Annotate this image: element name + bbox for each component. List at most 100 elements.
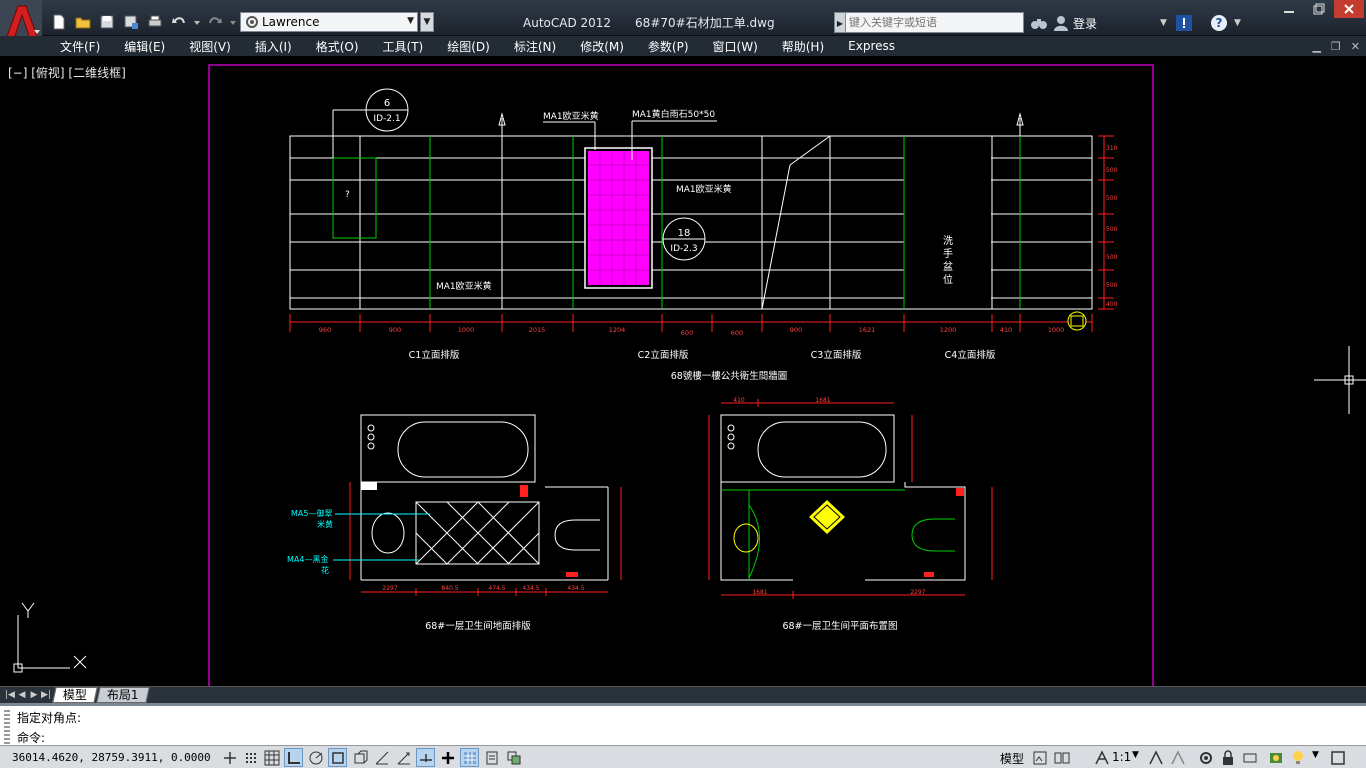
qat-customize-button[interactable]: ▼ (420, 12, 434, 32)
search-input[interactable] (846, 12, 1024, 33)
svg-text:310: 310 (1106, 145, 1118, 152)
svg-text:花: 花 (321, 565, 329, 575)
doc-minimize-icon[interactable]: ▁ (1312, 40, 1320, 53)
quick-view-layouts-icon[interactable] (1030, 748, 1049, 767)
menu-express[interactable]: Express (836, 39, 907, 53)
menu-tools[interactable]: 工具(T) (371, 38, 436, 55)
user-icon[interactable] (1053, 12, 1069, 34)
restore-icon[interactable] (1304, 0, 1334, 18)
material-label: MA1欧亚米黄 (676, 183, 732, 195)
svg-text:900: 900 (790, 326, 802, 334)
annotation-visibility-icon[interactable] (1146, 748, 1165, 767)
model-space-label[interactable]: 模型 (1000, 750, 1024, 767)
plan2-dimensions (708, 399, 993, 599)
svg-text:1681: 1681 (815, 397, 830, 404)
svg-text:米黄: 米黄 (317, 519, 333, 529)
menu-format[interactable]: 格式(O) (304, 38, 371, 55)
chevron-down-icon[interactable]: ▼ (1160, 12, 1167, 34)
redo-dropdown-icon[interactable] (228, 12, 238, 32)
doc-close-icon[interactable]: ✕ (1351, 40, 1360, 53)
close-icon[interactable] (1334, 0, 1364, 18)
svg-text:500: 500 (1106, 226, 1118, 233)
prev-tab-icon[interactable]: ◀ (16, 690, 28, 700)
svg-text:840.5: 840.5 (441, 585, 458, 592)
quick-view-drawings-icon[interactable] (1052, 748, 1071, 767)
snap-mode-icon[interactable] (241, 748, 260, 767)
selection-cycling-icon[interactable] (504, 748, 523, 767)
lightbulb-icon[interactable] (1288, 748, 1307, 767)
saveas-icon[interactable] (120, 12, 142, 32)
chevron-down-icon: ▼ (407, 16, 414, 26)
annotation-scale-value[interactable]: 1:1 (1112, 750, 1131, 764)
tab-layout1[interactable]: 布局1 (96, 687, 150, 703)
menu-draw[interactable]: 绘图(D) (435, 38, 502, 55)
menu-insert[interactable]: 插入(I) (243, 38, 304, 55)
infer-constraints-icon[interactable] (220, 748, 239, 767)
exchange-icon[interactable] (1176, 12, 1192, 34)
new-icon[interactable] (48, 12, 70, 32)
svg-text:434.5: 434.5 (567, 585, 584, 592)
command-prompt: 命令: (17, 731, 46, 745)
annotation-scale-icon[interactable] (1092, 748, 1111, 767)
binoculars-icon[interactable] (1030, 12, 1048, 34)
svg-text:18: 18 (678, 228, 691, 239)
print-icon[interactable] (144, 12, 166, 32)
ucs-icon (13, 602, 87, 673)
menu-file[interactable]: 文件(F) (48, 38, 112, 55)
svg-text:600: 600 (731, 329, 743, 337)
tab-model[interactable]: 模型 (52, 687, 98, 703)
workspace-switch-icon[interactable] (1196, 748, 1215, 767)
ortho-mode-icon[interactable] (284, 748, 303, 767)
lock-icon[interactable] (1218, 748, 1237, 767)
grid-display-icon[interactable] (262, 748, 281, 767)
svg-text:600: 600 (681, 329, 693, 337)
isolate-objects-icon[interactable] (1266, 748, 1285, 767)
menu-dimension[interactable]: 标注(N) (502, 38, 568, 55)
menu-window[interactable]: 窗口(W) (701, 38, 770, 55)
command-grip-handle[interactable] (4, 710, 10, 746)
help-icon[interactable]: ? (1210, 12, 1228, 34)
menu-view[interactable]: 视图(V) (177, 38, 243, 55)
coordinate-readout[interactable]: 36014.4620, 28759.3911, 0.0000 (12, 751, 211, 764)
clean-screen-icon[interactable] (1328, 748, 1347, 767)
transparency-icon[interactable] (460, 748, 479, 767)
3d-object-snap-icon[interactable] (350, 748, 369, 767)
login-button[interactable]: 登录 (1073, 12, 1097, 34)
quick-properties-icon[interactable] (482, 748, 501, 767)
search-expand-icon[interactable]: ▶ (834, 12, 846, 33)
dynamic-ucs-icon[interactable] (394, 748, 413, 767)
command-input[interactable] (60, 729, 1350, 745)
open-icon[interactable] (72, 12, 94, 32)
undo-dropdown-icon[interactable] (192, 12, 202, 32)
last-tab-icon[interactable]: ▶| (40, 690, 52, 700)
next-tab-icon[interactable]: ▶ (28, 690, 40, 700)
first-tab-icon[interactable]: |◀ (4, 690, 16, 700)
chevron-down-icon[interactable]: ▼ (1312, 750, 1319, 760)
menu-help[interactable]: 帮助(H) (770, 38, 836, 55)
chevron-down-icon[interactable]: ▼ (1132, 750, 1139, 760)
polar-tracking-icon[interactable] (306, 748, 325, 767)
save-icon[interactable] (96, 12, 118, 32)
dynamic-input-icon[interactable] (416, 748, 435, 767)
minimize-icon[interactable] (1274, 0, 1304, 18)
workspace-select[interactable]: Lawrence ▼ (240, 12, 418, 32)
svg-text:?: ? (345, 190, 350, 200)
menu-edit[interactable]: 编辑(E) (112, 38, 177, 55)
undo-icon[interactable] (168, 12, 190, 32)
object-snap-icon[interactable] (328, 748, 347, 767)
login-label: 登录 (1073, 16, 1098, 31)
auto-scale-icon[interactable] (1168, 748, 1187, 767)
command-history: 指定对角点: (17, 711, 82, 725)
svg-text:手: 手 (943, 247, 953, 260)
hardware-acceleration-icon[interactable] (1240, 748, 1259, 767)
lineweight-icon[interactable] (438, 748, 457, 767)
chevron-down-icon[interactable]: ▼ (1234, 12, 1241, 34)
gear-icon (246, 16, 258, 28)
menu-modify[interactable]: 修改(M) (568, 38, 636, 55)
menu-parameters[interactable]: 参数(P) (636, 38, 701, 55)
redo-icon[interactable] (204, 12, 226, 32)
window-title: AutoCAD 2012 68#70#石材加工单.dwg (523, 14, 775, 31)
menu-bar: 文件(F) 编辑(E) 视图(V) 插入(I) 格式(O) 工具(T) 绘图(D… (0, 36, 1366, 56)
object-snap-tracking-icon[interactable] (372, 748, 391, 767)
doc-restore-icon[interactable]: ❐ (1331, 40, 1341, 53)
